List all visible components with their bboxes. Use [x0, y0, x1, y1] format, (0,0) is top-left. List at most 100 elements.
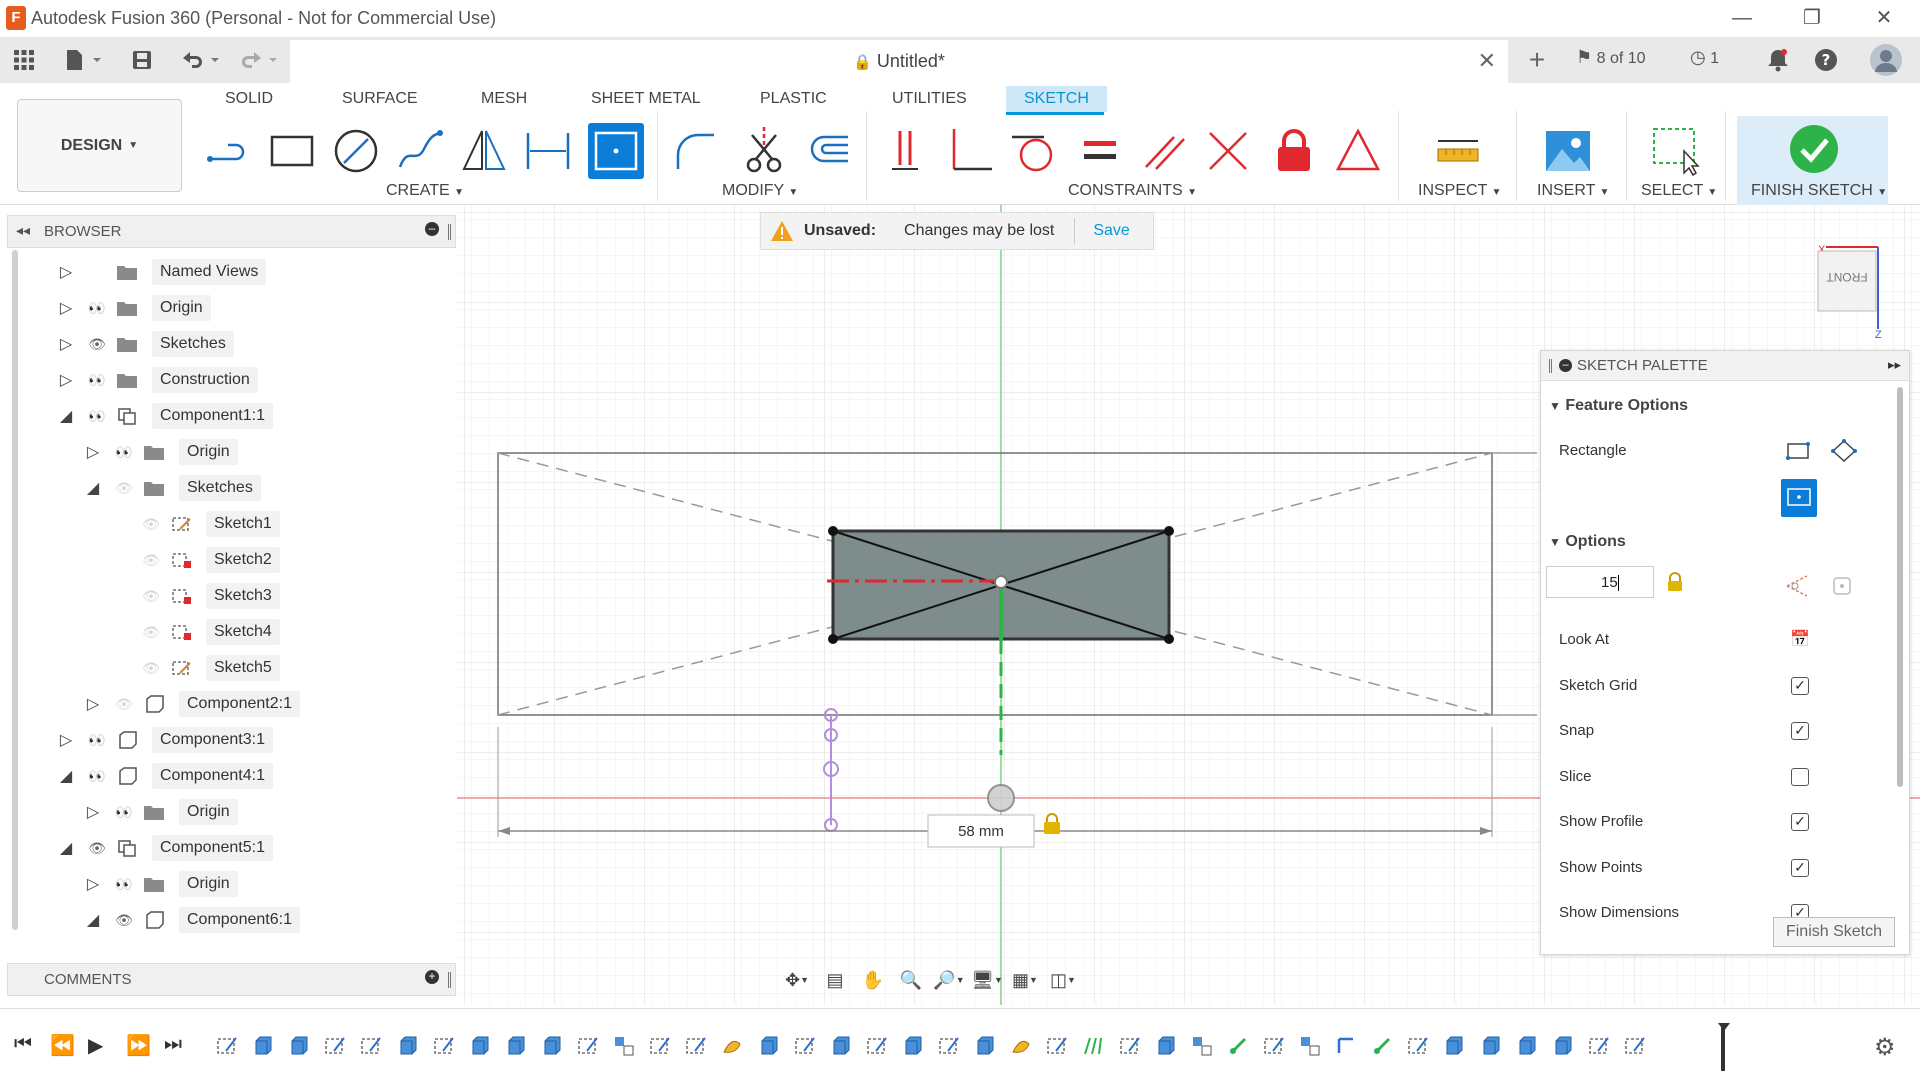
step-back-icon[interactable]: ⏪	[50, 1033, 75, 1058]
pan-hand-icon[interactable]: ✋	[856, 965, 890, 995]
grid-settings-icon[interactable]: ▦ ▼	[1008, 965, 1042, 995]
timeline-extrude-icon[interactable]	[830, 1035, 852, 1057]
expand-triangle-icon[interactable]: ▷	[85, 802, 101, 822]
orbit-icon[interactable]: ✥ ▼	[780, 965, 814, 995]
visibility-hidden-icon[interactable]: 👀	[84, 408, 110, 425]
timeline-extrude-icon[interactable]	[252, 1035, 274, 1057]
create-menu[interactable]: CREATE ▼	[386, 182, 464, 200]
browser-item[interactable]: ▷ 👁 Sketches	[58, 329, 234, 359]
mirror-tool-icon[interactable]	[456, 123, 512, 179]
zoom-window-icon[interactable]: 🔎 ▼	[932, 965, 966, 995]
tab-plastic[interactable]: PLASTIC	[760, 90, 827, 108]
browser-item[interactable]: ▷ 👀 Component3:1	[58, 725, 273, 755]
palette-option-checkbox[interactable]: ✓	[1791, 722, 1809, 740]
browser-item[interactable]: ▷ 👀 Origin	[58, 293, 211, 323]
expand-triangle-icon[interactable]: ▷	[58, 730, 74, 750]
save-link[interactable]: Save	[1093, 222, 1129, 240]
timeline-component-icon[interactable]	[1191, 1035, 1213, 1057]
minimize-panel-icon[interactable]: –	[1559, 359, 1572, 372]
timeline-extrude-icon[interactable]	[397, 1035, 419, 1057]
measure-tool-icon[interactable]	[1430, 123, 1486, 179]
restore-button[interactable]: ❐	[1792, 4, 1832, 32]
browser-item[interactable]: ▷ 👀 Origin	[85, 797, 238, 827]
timeline-extrude-icon[interactable]	[469, 1035, 491, 1057]
timeline-sketch-icon[interactable]	[360, 1035, 382, 1057]
timeline-sketch-icon[interactable]	[938, 1035, 960, 1057]
timeline-sketch-icon[interactable]	[866, 1035, 888, 1057]
visibility-eye-icon[interactable]: 👁	[111, 696, 137, 713]
tab-sheet-metal[interactable]: SHEET METAL	[591, 90, 701, 108]
palette-scrollbar[interactable]	[1897, 387, 1903, 787]
tangent-constraint-icon[interactable]	[1006, 123, 1062, 179]
visibility-eye-icon[interactable]: 👁	[84, 840, 110, 857]
finish-sketch-button[interactable]: FINISH SKETCH ▼	[1737, 116, 1888, 205]
app-grid-icon[interactable]	[10, 46, 38, 74]
sketch-palette-header[interactable]: – SKETCH PALETTE ▸▸	[1541, 351, 1909, 381]
center-rectangle-tool-icon[interactable]	[588, 123, 644, 179]
constraints-menu[interactable]: CONSTRAINTS ▼	[1068, 182, 1197, 200]
panel-grip-icon[interactable]	[448, 972, 451, 988]
browser-item[interactable]: ▷ Named Views	[58, 257, 267, 287]
tab-utilities[interactable]: UTILITIES	[892, 90, 967, 108]
visibility-eye-icon[interactable]: 👁	[111, 912, 137, 929]
timeline-marker[interactable]	[1721, 1025, 1725, 1071]
clock-status[interactable]: ◷ 1	[1690, 47, 1719, 68]
play-icon[interactable]: ▶	[88, 1033, 103, 1058]
collapse-triangle-icon[interactable]: ◢	[85, 478, 101, 498]
browser-scrollbar[interactable]	[12, 250, 18, 930]
help-icon[interactable]: ?	[1812, 46, 1840, 74]
timeline-component-icon[interactable]	[1299, 1035, 1321, 1057]
visibility-eye-icon[interactable]: 👁	[138, 624, 164, 641]
browser-item[interactable]: 👁 Sketch5	[112, 653, 280, 683]
expand-triangle-icon[interactable]: ▷	[58, 334, 74, 354]
viewcube[interactable]: X Z FRONT	[1816, 243, 1888, 339]
equal-constraint-icon[interactable]	[1072, 123, 1128, 179]
minimize-panel-icon[interactable]: –	[425, 222, 439, 236]
visibility-eye-icon[interactable]: 👁	[138, 516, 164, 533]
timeline-extrude-icon[interactable]	[1155, 1035, 1177, 1057]
browser-item[interactable]: ◢ 👀 Component4:1	[58, 761, 273, 791]
browser-item[interactable]: ◢ 👁 Component5:1	[58, 833, 273, 863]
minimize-button[interactable]: —	[1722, 4, 1762, 32]
timeline-extrude-icon[interactable]	[1480, 1035, 1502, 1057]
palette-option-checkbox[interactable]	[1791, 767, 1809, 786]
visibility-eye-icon[interactable]: 👁	[138, 552, 164, 569]
timeline-move-icon[interactable]	[1371, 1035, 1393, 1057]
visibility-eye-icon[interactable]: 👁	[138, 660, 164, 677]
collapse-panel-icon[interactable]: ◂◂	[16, 222, 30, 239]
job-status[interactable]: ⚑ 8 of 10	[1576, 47, 1646, 68]
dimension-value[interactable]: 58 mm	[958, 823, 1004, 840]
browser-item[interactable]: ◢ 👁 Component6:1	[85, 905, 300, 935]
timeline-sketch-icon[interactable]	[1119, 1035, 1141, 1057]
finish-sketch-palette-button[interactable]: Finish Sketch	[1773, 917, 1895, 947]
timeline-component-icon[interactable]	[613, 1035, 635, 1057]
timeline-extrude-icon[interactable]	[1516, 1035, 1538, 1057]
visibility-eye-icon[interactable]: 👁	[84, 336, 110, 353]
expand-triangle-icon[interactable]: ▷	[58, 262, 74, 282]
timeline-move-icon[interactable]	[1227, 1035, 1249, 1057]
palette-option-checkbox[interactable]: ✓	[1791, 813, 1809, 831]
panel-grip-icon[interactable]	[448, 224, 451, 240]
timeline-sketch-icon[interactable]	[433, 1035, 455, 1057]
center-point[interactable]	[994, 575, 1008, 589]
timeline-sketch-icon[interactable]	[1588, 1035, 1610, 1057]
insert-menu[interactable]: INSERT ▼	[1537, 182, 1609, 200]
timeline-form-icon[interactable]	[721, 1035, 743, 1057]
select-menu[interactable]: SELECT ▼	[1641, 182, 1717, 200]
options-section[interactable]: ▼ Options	[1549, 533, 1626, 551]
palette-option-checkbox[interactable]: ✓	[1791, 858, 1809, 877]
two-point-rectangle-icon[interactable]	[1786, 441, 1810, 461]
expand-panel-icon[interactable]: ▸▸	[1888, 357, 1901, 373]
visibility-eye-icon[interactable]: 👁	[111, 480, 137, 497]
timeline-extrude-icon[interactable]	[974, 1035, 996, 1057]
timeline-sketch-icon[interactable]	[685, 1035, 707, 1057]
visibility-hidden-icon[interactable]: 👀	[84, 300, 110, 317]
timeline-extrude-icon[interactable]	[1552, 1035, 1574, 1057]
timeline-sketch-icon[interactable]	[794, 1035, 816, 1057]
close-window-button[interactable]: ✕	[1864, 4, 1904, 32]
visibility-hidden-icon[interactable]: 👀	[84, 732, 110, 749]
offset-tool-icon[interactable]	[800, 123, 856, 179]
go-to-start-icon[interactable]: ⏮	[14, 1033, 32, 1056]
centerpoint-mode-icon[interactable]	[1831, 575, 1853, 597]
visibility-hidden-icon[interactable]: 👀	[84, 372, 110, 389]
